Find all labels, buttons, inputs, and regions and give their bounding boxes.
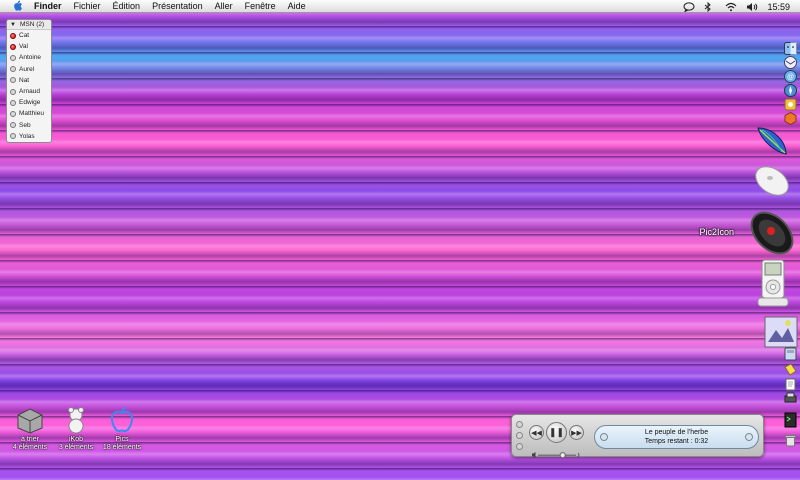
msn-contact-name: Val bbox=[19, 43, 28, 51]
previous-track-button[interactable]: ◀◀ bbox=[529, 425, 544, 440]
desktop-icon-sublabel: 18 éléments bbox=[102, 444, 142, 451]
msn-group-header[interactable]: ▼ MSN (2) bbox=[7, 20, 51, 30]
minimize-window-button[interactable] bbox=[516, 432, 523, 439]
zoom-window-button[interactable] bbox=[516, 443, 523, 450]
msn-contact-name: Yolas bbox=[19, 132, 35, 140]
ipod-icon[interactable] bbox=[756, 258, 790, 308]
terminal-icon[interactable] bbox=[784, 412, 797, 428]
wifi-icon[interactable] bbox=[725, 2, 737, 12]
menu-edition[interactable]: Édition bbox=[113, 1, 141, 11]
status-dot-icon bbox=[10, 110, 16, 117]
dock-hover-label: Pic2Icon bbox=[699, 227, 734, 237]
finder-icon[interactable] bbox=[784, 42, 797, 55]
desktop-icon-label: iKob bbox=[68, 436, 83, 443]
status-dot-icon bbox=[10, 133, 16, 140]
printer-icon[interactable] bbox=[784, 391, 797, 404]
menu-finder[interactable]: Finder bbox=[34, 1, 62, 11]
fast-forward-icon: ▶▶ bbox=[571, 429, 582, 437]
msn-contact-list: ▼ MSN (2) Cat Val Antoine Aurel Nat Arnaud Edw… bbox=[6, 19, 52, 143]
blue-apple-icon bbox=[107, 406, 137, 434]
document-icon[interactable] bbox=[784, 378, 797, 391]
itunes-mini-player: ◀◀ ❚❚ ▶▶ Le peuple de l'herbe Temps rest… bbox=[511, 414, 764, 459]
status-dot-icon bbox=[10, 88, 16, 95]
calculator-icon[interactable] bbox=[784, 347, 797, 361]
storage-box-icon bbox=[15, 406, 45, 434]
apple-icon[interactable] bbox=[12, 0, 24, 12]
safari-icon[interactable] bbox=[784, 84, 797, 97]
msn-contact[interactable]: Edwige bbox=[7, 97, 51, 108]
note-icon[interactable] bbox=[784, 363, 797, 376]
disclosure-triangle-icon[interactable]: ▼ bbox=[10, 22, 16, 28]
msn-contact-name: Aurel bbox=[19, 65, 35, 73]
msn-contact[interactable]: Seb bbox=[7, 120, 51, 131]
menu-extras: 15:59 bbox=[683, 0, 790, 13]
track-title: Le peuple de l'herbe bbox=[644, 429, 709, 436]
status-dot-icon bbox=[10, 122, 16, 129]
menu-fenetre[interactable]: Fenêtre bbox=[245, 1, 276, 11]
msn-contact-name: Cat bbox=[19, 32, 30, 40]
image-app-icon[interactable] bbox=[764, 316, 798, 348]
ichat-app-icon[interactable]: @ bbox=[784, 70, 797, 83]
desktop-icon-sublabel: 4 éléments bbox=[12, 444, 48, 451]
msn-contact[interactable]: Antoine bbox=[7, 52, 51, 63]
status-dot-icon bbox=[10, 32, 16, 39]
lcd-right-toggle-icon[interactable] bbox=[745, 433, 753, 441]
trash-icon[interactable] bbox=[784, 434, 797, 447]
menu-bar: Finder Fichier Édition Présentation Alle… bbox=[0, 0, 800, 13]
msn-contact-name: Seb bbox=[19, 121, 31, 129]
msn-contact[interactable]: Nat bbox=[7, 75, 51, 86]
status-dot-icon bbox=[10, 66, 16, 73]
svg-text:@: @ bbox=[787, 74, 794, 81]
msn-contact[interactable]: Cat bbox=[7, 30, 51, 41]
pause-button[interactable]: ❚❚ bbox=[546, 422, 567, 443]
menu-aller[interactable]: Aller bbox=[215, 1, 233, 11]
msn-contact[interactable]: Aurel bbox=[7, 64, 51, 75]
close-window-button[interactable] bbox=[516, 421, 523, 428]
status-dot-icon bbox=[10, 43, 16, 50]
status-dot-icon bbox=[10, 54, 16, 61]
msn-contact-name: Matthieu bbox=[19, 110, 44, 118]
msn-contact-name: Arnaud bbox=[19, 88, 40, 96]
msn-contact[interactable]: Yolas bbox=[7, 131, 51, 142]
feather-icon[interactable] bbox=[752, 122, 790, 160]
menu-fichier[interactable]: Fichier bbox=[74, 1, 101, 11]
desktop-icon-label: Pics bbox=[115, 436, 129, 443]
pause-icon: ❚❚ bbox=[548, 427, 565, 437]
menu-aide[interactable]: Aide bbox=[288, 1, 306, 11]
mail-icon[interactable] bbox=[784, 56, 797, 69]
next-track-button[interactable]: ▶▶ bbox=[569, 425, 584, 440]
clock[interactable]: 15:59 bbox=[767, 2, 790, 12]
bluetooth-icon[interactable] bbox=[704, 1, 715, 13]
desktop-folder-ikob[interactable]: iKob 3 éléments bbox=[53, 406, 99, 452]
msn-group-title: MSN (2) bbox=[19, 21, 45, 28]
ichat-icon[interactable] bbox=[683, 2, 695, 13]
volume-icon[interactable] bbox=[746, 2, 758, 11]
system-preferences-icon[interactable] bbox=[784, 98, 797, 111]
msn-contact[interactable]: Val bbox=[7, 41, 51, 52]
msn-contact[interactable]: Arnaud bbox=[7, 86, 51, 97]
desktop-icon-label: à trier bbox=[21, 436, 39, 443]
desktop-folder-pics[interactable]: Pics 18 éléments bbox=[99, 406, 145, 452]
msn-contact-name: Antoine bbox=[19, 54, 42, 62]
menu-presentation[interactable]: Présentation bbox=[152, 1, 203, 11]
mouse-icon[interactable] bbox=[750, 160, 794, 202]
pic2icon-app-icon[interactable] bbox=[744, 202, 800, 264]
msn-contact[interactable]: Matthieu bbox=[7, 108, 51, 119]
msn-contact-name: Nat bbox=[19, 76, 30, 84]
desktop-icon-sublabel: 3 éléments bbox=[58, 444, 94, 451]
msn-contact-name: Edwige bbox=[19, 99, 41, 107]
desktop-folder-a-trier[interactable]: à trier 4 éléments bbox=[7, 406, 53, 452]
teddy-bear-icon bbox=[61, 406, 91, 434]
volume-slider[interactable] bbox=[532, 446, 582, 459]
status-dot-icon bbox=[10, 77, 16, 84]
status-dot-icon bbox=[10, 99, 16, 106]
time-remaining: Temps restant : 0:32 bbox=[644, 438, 709, 445]
now-playing-display: Le peuple de l'herbe Temps restant : 0:3… bbox=[594, 425, 759, 449]
rewind-icon: ◀◀ bbox=[531, 429, 542, 437]
